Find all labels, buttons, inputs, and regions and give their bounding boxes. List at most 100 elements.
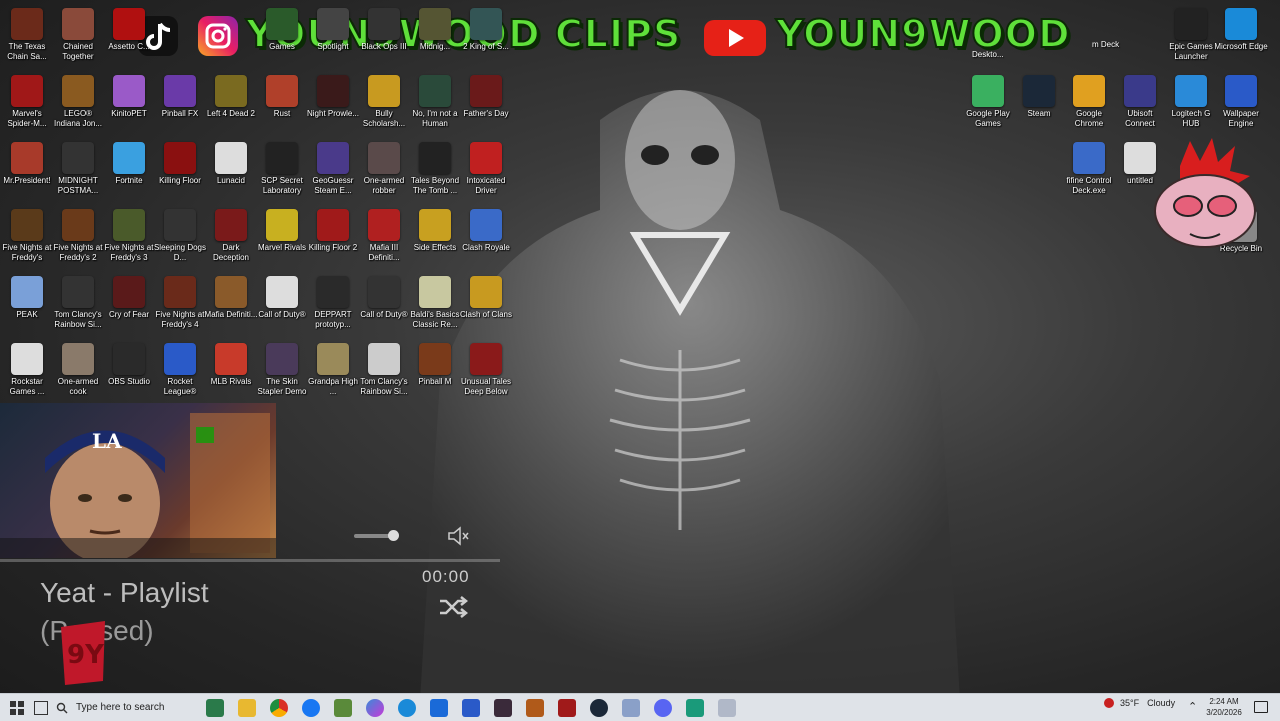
desktop-icon[interactable]: DEPPART prototyp... xyxy=(306,276,360,330)
shuffle-icon[interactable] xyxy=(438,595,468,619)
steam-taskbar-icon[interactable] xyxy=(590,698,608,717)
mute-icon[interactable] xyxy=(446,525,470,547)
desktop-icon[interactable]: MIDNIGHT POSTMA... xyxy=(51,142,105,196)
desktop-icon[interactable]: Rocket League® xyxy=(153,343,207,397)
desktop-icon[interactable]: Baldi's Basics Classic Re... xyxy=(408,276,462,330)
desktop-icon[interactable]: Five Nights at Freddy's 4 xyxy=(153,276,207,330)
notification-icon[interactable] xyxy=(1254,701,1268,713)
chrome-icon[interactable] xyxy=(270,698,288,717)
task-view-icon[interactable] xyxy=(34,700,48,715)
desktop-icon[interactable]: Killing Floor 2 xyxy=(306,209,360,263)
desktop-icon[interactable]: Marvel's Spider-M... xyxy=(0,75,54,129)
desktop-icon[interactable]: Games xyxy=(255,8,309,62)
desktop-icon[interactable]: Call of Duty® xyxy=(357,276,411,330)
desktop-icon[interactable]: Marvel Rivals xyxy=(255,209,309,263)
desktop-icon[interactable]: KinitoPET xyxy=(102,75,156,129)
desktop-icon[interactable]: Sleeping Dogs D... xyxy=(153,209,207,263)
chevron-up-icon[interactable]: ⌃ xyxy=(1188,700,1197,713)
desktop-icon[interactable]: Cry of Fear xyxy=(102,276,156,330)
minecraft-icon[interactable] xyxy=(334,698,352,717)
desktop-icon[interactable]: Call of Duty® xyxy=(255,276,309,330)
copilot-icon[interactable] xyxy=(366,698,384,717)
clock[interactable]: 2:24 AM 3/20/2026 xyxy=(1204,696,1244,718)
desktop-icon[interactable]: Bully Scholarsh... xyxy=(357,75,411,129)
desktop-icon[interactable]: Mr.President! xyxy=(0,142,54,196)
desktop-icon[interactable]: No, I'm not a Human xyxy=(408,75,462,129)
desktop-icon[interactable]: Tom Clancy's Rainbow Si... xyxy=(357,343,411,397)
desktop-icon[interactable]: Side Effects xyxy=(408,209,462,263)
search-box[interactable]: Type here to search xyxy=(56,697,176,719)
discord-taskbar-icon[interactable] xyxy=(654,698,672,717)
desktop-icon[interactable]: Intoxicated Driver xyxy=(459,142,513,196)
desktop-icon[interactable]: Logitech G HUB xyxy=(1164,75,1218,129)
desktop-icon[interactable]: Night Prowle... xyxy=(306,75,360,129)
store-icon[interactable] xyxy=(430,698,448,717)
desktop-icon[interactable]: Left 4 Dead 2 xyxy=(204,75,258,129)
partial-label-desktop[interactable]: Deskto... xyxy=(972,50,1004,59)
desktop-icon[interactable]: Rust xyxy=(255,75,309,129)
desktop-icon[interactable]: Five Nights at Freddy's 2 xyxy=(51,209,105,263)
desktop-icon[interactable]: Lunacid xyxy=(204,142,258,196)
desktop-icon[interactable]: The Texas Chain Sa... xyxy=(0,8,54,62)
desktop-icon[interactable]: 2 King of S... xyxy=(459,8,513,62)
desktop-icon[interactable]: Mafia Definiti... xyxy=(204,276,258,330)
desktop-icon[interactable]: Clash Royale xyxy=(459,209,513,263)
desktop-icon[interactable]: Dark Deception xyxy=(204,209,258,263)
desktop-icon[interactable]: Google Chrome xyxy=(1062,75,1116,129)
file-explorer-icon[interactable] xyxy=(238,698,256,717)
desktop-icon[interactable]: Fortnite xyxy=(102,142,156,196)
desktop-icon[interactable]: Black Ops III xyxy=(357,8,411,62)
desktop-icon[interactable]: Pinball FX xyxy=(153,75,207,129)
desktop-icon[interactable]: LEGO® Indiana Jon... xyxy=(51,75,105,129)
taskbar-app-icon[interactable] xyxy=(206,698,224,717)
desktop-icon[interactable]: Pinball M xyxy=(408,343,462,397)
desktop-icon[interactable]: Wallpaper Engine xyxy=(1214,75,1268,129)
desktop-icon[interactable]: One-armed cook xyxy=(51,343,105,397)
desktop-icon[interactable]: GeoGuessr Steam E... xyxy=(306,142,360,196)
volume-slider[interactable] xyxy=(354,530,399,541)
mail-icon[interactable] xyxy=(462,698,480,717)
viewer-taskbar-icon[interactable] xyxy=(718,698,736,717)
volume-knob[interactable] xyxy=(388,530,399,541)
desktop-icon[interactable]: Unusual Tales Deep Below xyxy=(459,343,513,397)
windows-start-icon[interactable] xyxy=(10,700,24,715)
obs-taskbar-icon[interactable] xyxy=(494,698,512,717)
desktop-icon[interactable]: OBS Studio xyxy=(102,343,156,397)
desktop-icon[interactable]: Mafia III Definiti... xyxy=(357,209,411,263)
desktop-icon[interactable]: One-armed robber xyxy=(357,142,411,196)
desktop-icon[interactable]: fifine Control Deck.exe xyxy=(1062,142,1116,196)
desktop-icon[interactable]: Spotlight xyxy=(306,8,360,62)
desktop-icon[interactable]: MLB Rivals xyxy=(204,343,258,397)
partial-label-deck[interactable]: m Deck xyxy=(1092,40,1119,49)
app-icon xyxy=(215,209,247,241)
desktop-icon[interactable]: Grandpa High ... xyxy=(306,343,360,397)
desktop-icon[interactable]: Google Play Games xyxy=(961,75,1015,129)
desktop-icon[interactable]: Five Nights at Freddy's xyxy=(0,209,54,263)
facebook-icon[interactable] xyxy=(302,698,320,717)
app-icon xyxy=(419,276,451,308)
desktop-icon[interactable]: Father's Day xyxy=(459,75,513,129)
desktop-icon[interactable]: The Skin Stapler Demo xyxy=(255,343,309,397)
desktop-icon[interactable]: Clash of Clans xyxy=(459,276,513,330)
weather-widget[interactable]: 35°F Cloudy xyxy=(1104,698,1175,708)
edge-icon[interactable] xyxy=(398,698,416,717)
desktop-icon[interactable]: Tales Beyond The Tomb ... xyxy=(408,142,462,196)
desktop-icon[interactable]: PEAK xyxy=(0,276,54,330)
app-taskbar-icon[interactable] xyxy=(686,698,704,717)
desktop-icon[interactable]: SCP Secret Laboratory xyxy=(255,142,309,196)
desktop-icon[interactable]: Microsoft Edge xyxy=(1214,8,1268,62)
desktop-icon[interactable]: Tom Clancy's Rainbow Si... xyxy=(51,276,105,330)
desktop-icon[interactable]: Rockstar Games ... xyxy=(0,343,54,397)
desktop-icon[interactable]: Steam xyxy=(1012,75,1066,129)
desktop-icon[interactable]: Midnig... xyxy=(408,8,462,62)
window-taskbar-icon[interactable] xyxy=(622,698,640,717)
desktop-icon[interactable]: Assetto C... xyxy=(102,8,156,62)
progress-bar[interactable] xyxy=(0,559,500,562)
desktop-icon[interactable]: Epic Games Launcher xyxy=(1164,8,1218,62)
desktop-icon[interactable]: Ubisoft Connect xyxy=(1113,75,1167,129)
desktop-icon[interactable]: Killing Floor xyxy=(153,142,207,196)
desktop-icon[interactable]: Chained Together xyxy=(51,8,105,62)
capture-taskbar-icon[interactable] xyxy=(558,698,576,717)
desktop-icon[interactable]: Five Nights at Freddy's 3 xyxy=(102,209,156,263)
game-taskbar-icon[interactable] xyxy=(526,698,544,717)
